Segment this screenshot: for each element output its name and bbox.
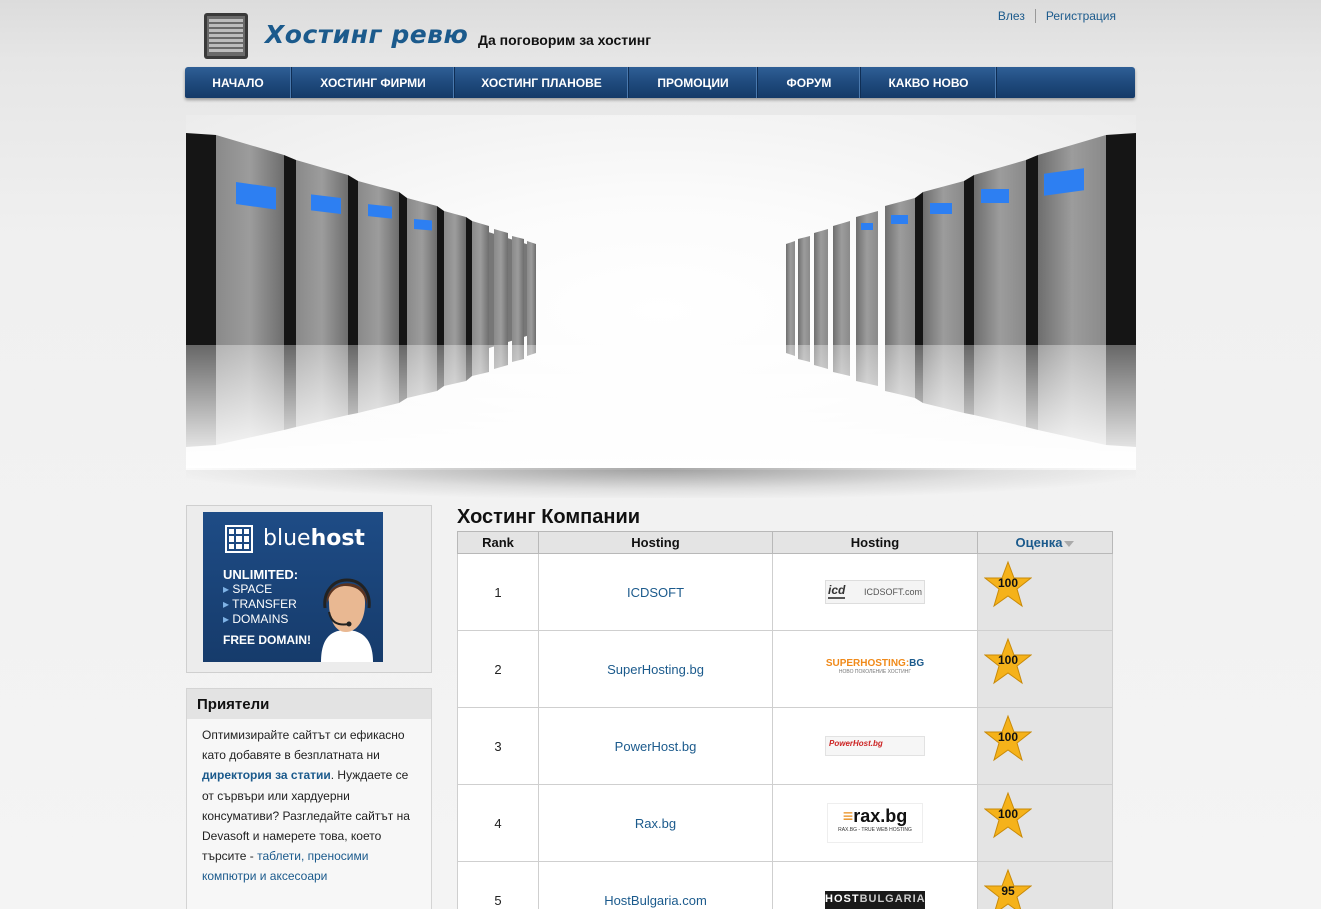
server-rack-icon[interactable]	[201, 11, 251, 61]
rating-cell: 100	[977, 784, 1113, 862]
header-hosting: Hosting	[538, 531, 773, 554]
hosting-link[interactable]: ICDSOFT	[627, 585, 684, 600]
hosting-logo-cell: ≡rax.bg RAX.BG - TRUE WEB HOSTING	[772, 784, 978, 862]
hosting-link[interactable]: Rax.bg	[635, 816, 676, 831]
hosting-link[interactable]: HostBulgaria.com	[604, 893, 707, 908]
rank-cell: 4	[457, 784, 539, 862]
rating-star: 100	[984, 714, 1032, 764]
table-row: 5 HostBulgaria.com HOSTBULGARIA 95	[457, 861, 1113, 909]
support-agent-image	[315, 574, 377, 662]
rating-cell: 100	[977, 630, 1113, 708]
bluehost-logo-icon	[225, 525, 253, 553]
nav-item-hosting-companies[interactable]: ХОСТИНГ ФИРМИ	[292, 67, 455, 98]
table-header-row: Rank Hosting Hosting Оценка	[457, 531, 1113, 554]
ad-feature: SPACE	[223, 582, 272, 596]
hosting-link[interactable]: PowerHost.bg	[615, 739, 697, 754]
nav-item-promotions[interactable]: ПРОМОЦИИ	[629, 67, 758, 98]
rank-cell: 1	[457, 553, 539, 631]
powerhost-logo[interactable]: PowerHost.bg	[825, 736, 925, 756]
ad-footer: FREE DOMAIN!	[223, 633, 311, 647]
rank-cell: 3	[457, 707, 539, 785]
hosting-logo-cell: SUPERHOSTING:BG НОВО ПОКОЛЕНИЕ ХОСТИНГ	[772, 630, 978, 708]
friends-text: Оптимизирайте сайтът си ефикасно като до…	[187, 719, 431, 887]
rating-label[interactable]: Оценка	[1016, 535, 1063, 550]
friends-text-1: Оптимизирайте сайтът си ефикасно като до…	[202, 728, 405, 763]
icdsoft-logo[interactable]: icd ICDSOFT.com	[825, 580, 925, 604]
friends-box: Приятели Оптимизирайте сайтът си ефикасн…	[186, 688, 432, 909]
site-title[interactable]: Хостинг ревю	[265, 20, 468, 49]
hosting-link[interactable]: SuperHosting.bg	[607, 662, 704, 677]
hosting-name-cell: HostBulgaria.com	[538, 861, 773, 909]
auth-divider	[1034, 9, 1036, 23]
rating-score: 100	[997, 576, 1019, 590]
banner-shadow	[186, 468, 1136, 498]
hero-banner	[186, 115, 1136, 470]
hostbulgaria-logo[interactable]: HOSTBULGARIA	[825, 891, 925, 909]
header-rank: Rank	[457, 531, 539, 554]
rating-score: 100	[997, 653, 1019, 667]
ad-feature: TRANSFER	[223, 597, 297, 611]
rating-star: 95	[984, 868, 1032, 909]
article-directory-link[interactable]: директория за статии	[202, 768, 331, 782]
friends-title: Приятели	[187, 689, 431, 719]
rating-cell: 100	[977, 707, 1113, 785]
table-row: 4 Rax.bg ≡rax.bg RAX.BG - TRUE WEB HOSTIN…	[457, 784, 1113, 862]
header-rating[interactable]: Оценка	[977, 531, 1113, 554]
rating-cell: 95	[977, 861, 1113, 909]
rating-score: 100	[997, 807, 1019, 821]
table-row: 2 SuperHosting.bg SUPERHOSTING:BG НОВО ПО…	[457, 630, 1113, 708]
rating-star: 100	[984, 637, 1032, 687]
nav-item-home[interactable]: НАЧАЛО	[185, 67, 292, 98]
hosting-logo-cell: HOSTBULGARIA	[772, 861, 978, 909]
auth-links: Влез Регистрация	[998, 9, 1116, 23]
hosting-name-cell: SuperHosting.bg	[538, 630, 773, 708]
site-tagline: Да поговорим за хостинг	[478, 32, 652, 48]
sort-down-icon[interactable]	[1064, 540, 1075, 547]
rating-score: 100	[997, 730, 1019, 744]
register-link[interactable]: Регистрация	[1046, 9, 1116, 23]
rating-star: 100	[984, 791, 1032, 841]
table-row: 3 PowerHost.bg PowerHost.bg 100	[457, 707, 1113, 785]
hosting-name-cell: ICDSOFT	[538, 553, 773, 631]
rank-cell: 2	[457, 630, 539, 708]
nav-item-whats-new[interactable]: КАКВО НОВО	[861, 67, 997, 98]
table-row: 1 ICDSOFT icd ICDSOFT.com 100	[457, 553, 1113, 631]
hosting-name-cell: Rax.bg	[538, 784, 773, 862]
main-nav: НАЧАЛО ХОСТИНГ ФИРМИ ХОСТИНГ ПЛАНОВЕ ПРО…	[185, 67, 1135, 98]
sidebar-ad-box: bluehost UNLIMITED: SPACE TRANSFER DOMAI…	[186, 505, 432, 673]
hosting-logo-cell: icd ICDSOFT.com	[772, 553, 978, 631]
ad-headline: UNLIMITED:	[223, 567, 299, 582]
ad-feature: DOMAINS	[223, 612, 288, 626]
rating-cell: 100	[977, 553, 1113, 631]
hosting-logo-cell: PowerHost.bg	[772, 707, 978, 785]
ad-brand: bluehost	[263, 526, 365, 551]
bluehost-ad[interactable]: bluehost UNLIMITED: SPACE TRANSFER DOMAI…	[203, 512, 383, 662]
nav-item-forum[interactable]: ФОРУМ	[758, 67, 861, 98]
companies-title: Хостинг Компании	[457, 506, 641, 528]
login-link[interactable]: Влез	[998, 9, 1025, 23]
hosting-name-cell: PowerHost.bg	[538, 707, 773, 785]
nav-item-hosting-plans[interactable]: ХОСТИНГ ПЛАНОВЕ	[455, 67, 629, 98]
companies-table: Rank Hosting Hosting Оценка 1 ICDSOFT ic…	[457, 531, 1113, 909]
rating-score: 95	[1001, 884, 1015, 898]
server-room-image	[186, 133, 1136, 470]
rating-star: 100	[984, 560, 1032, 610]
superhosting-logo[interactable]: SUPERHOSTING:BG НОВО ПОКОЛЕНИЕ ХОСТИНГ	[826, 658, 924, 680]
rank-cell: 5	[457, 861, 539, 909]
rax-logo[interactable]: ≡rax.bg RAX.BG - TRUE WEB HOSTING	[827, 803, 923, 843]
header-hosting-logo: Hosting	[772, 531, 978, 554]
